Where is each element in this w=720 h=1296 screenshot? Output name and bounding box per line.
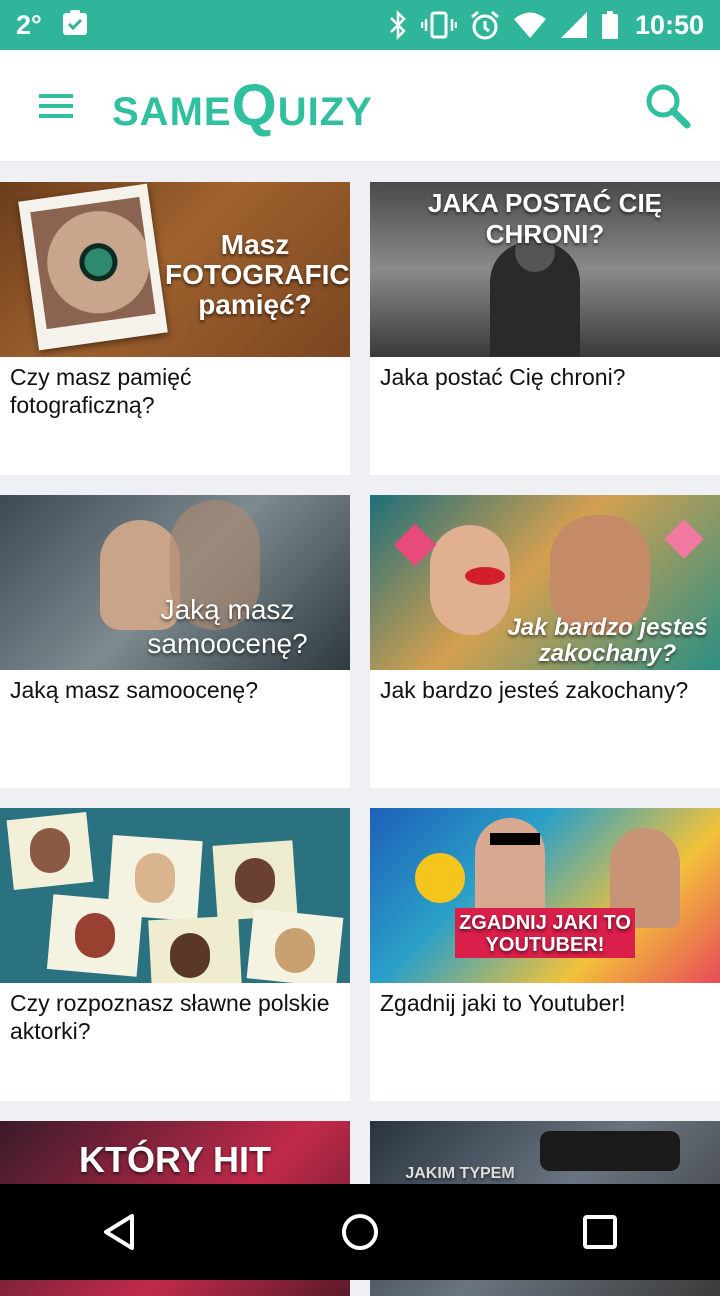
- thumbnail-caption: Jak bardzo jesteś zakochany?: [507, 614, 708, 667]
- navigation-bar: [0, 1184, 720, 1280]
- app-logo[interactable]: SAME Q UIZY: [112, 72, 373, 138]
- home-button[interactable]: [320, 1192, 400, 1272]
- temperature-indicator: 2°: [16, 9, 42, 40]
- logo-part-right: UIZY: [277, 89, 373, 134]
- quiz-title: Jaką masz samoocenę?: [10, 677, 259, 703]
- quiz-card[interactable]: Masz FOTOGRAFICZNĄ pamięć? Czy masz pami…: [0, 182, 350, 475]
- hamburger-menu-icon: [39, 93, 73, 118]
- quiz-thumbnail: Jak bardzo jesteś zakochany?: [370, 495, 720, 670]
- logo-part-left: SAME: [112, 89, 232, 134]
- logo-part-big: Q: [231, 72, 278, 138]
- quiz-card[interactable]: Jaką masz samoocenę? Jaką masz samoocenę…: [0, 495, 350, 788]
- clipboard-check-icon: [60, 8, 90, 43]
- quiz-card[interactable]: Jak bardzo jesteś zakochany? Jak bardzo …: [370, 495, 720, 788]
- thumbnail-caption: JAKA POSTAĆ CIĘ CHRONI?: [427, 188, 663, 249]
- signal-icon: [559, 10, 589, 40]
- quiz-title: Zgadnij jaki to Youtuber!: [380, 990, 626, 1016]
- quiz-thumbnail: JAKA POSTAĆ CIĘ CHRONI?: [370, 182, 720, 357]
- quiz-thumbnail: ZGADNIJ JAKI TO YOUTUBER!: [370, 808, 720, 983]
- thumbnail-caption: KTÓRY HIT: [78, 1139, 271, 1180]
- quiz-title: Czy masz pamięć fotograficzną?: [10, 364, 192, 418]
- search-button[interactable]: [640, 78, 696, 134]
- quiz-title: Jaka postać Cię chroni?: [380, 364, 626, 390]
- menu-button[interactable]: [36, 86, 76, 126]
- wifi-icon: [513, 10, 547, 40]
- back-triangle-icon: [104, 1214, 134, 1250]
- clock: 10:50: [634, 9, 704, 40]
- app-bar: SAME Q UIZY: [0, 50, 720, 162]
- quiz-card[interactable]: ZGADNIJ JAKI TO YOUTUBER! Zgadnij jaki t…: [370, 808, 720, 1101]
- quiz-title: Jak bardzo jesteś zakochany?: [380, 677, 689, 703]
- quiz-card[interactable]: JAKA POSTAĆ CIĘ CHRONI? Jaka postać Cię …: [370, 182, 720, 475]
- alarm-icon: [469, 10, 501, 40]
- quiz-card[interactable]: Czy rozpoznasz sławne polskie aktorki?: [0, 808, 350, 1101]
- heart-eyes-emoji-icon: [415, 853, 465, 903]
- search-icon: [646, 84, 691, 128]
- quiz-thumbnail: Masz FOTOGRAFICZNĄ pamięć?: [0, 182, 350, 357]
- thumbnail-caption: Jaką masz samoocenę?: [147, 594, 308, 659]
- quiz-thumbnail: [0, 808, 350, 983]
- thumbnail-caption: JAKIM TYPEM: [405, 1165, 515, 1182]
- thumbnail-caption: Masz FOTOGRAFICZNĄ pamięć?: [165, 229, 350, 320]
- back-button[interactable]: [80, 1192, 160, 1272]
- recents-button[interactable]: [560, 1192, 640, 1272]
- battery-icon: [601, 10, 619, 40]
- bluetooth-icon: [387, 10, 409, 40]
- vibrate-icon: [420, 10, 457, 40]
- status-bar: 2° 10:50: [0, 0, 720, 50]
- recents-square-icon: [583, 1215, 617, 1249]
- quiz-title: Czy rozpoznasz sławne polskie aktorki?: [10, 990, 330, 1044]
- quiz-thumbnail: Jaką masz samoocenę?: [0, 495, 350, 670]
- home-circle-icon: [342, 1214, 378, 1250]
- thumbnail-caption: ZGADNIJ JAKI TO YOUTUBER!: [459, 912, 631, 956]
